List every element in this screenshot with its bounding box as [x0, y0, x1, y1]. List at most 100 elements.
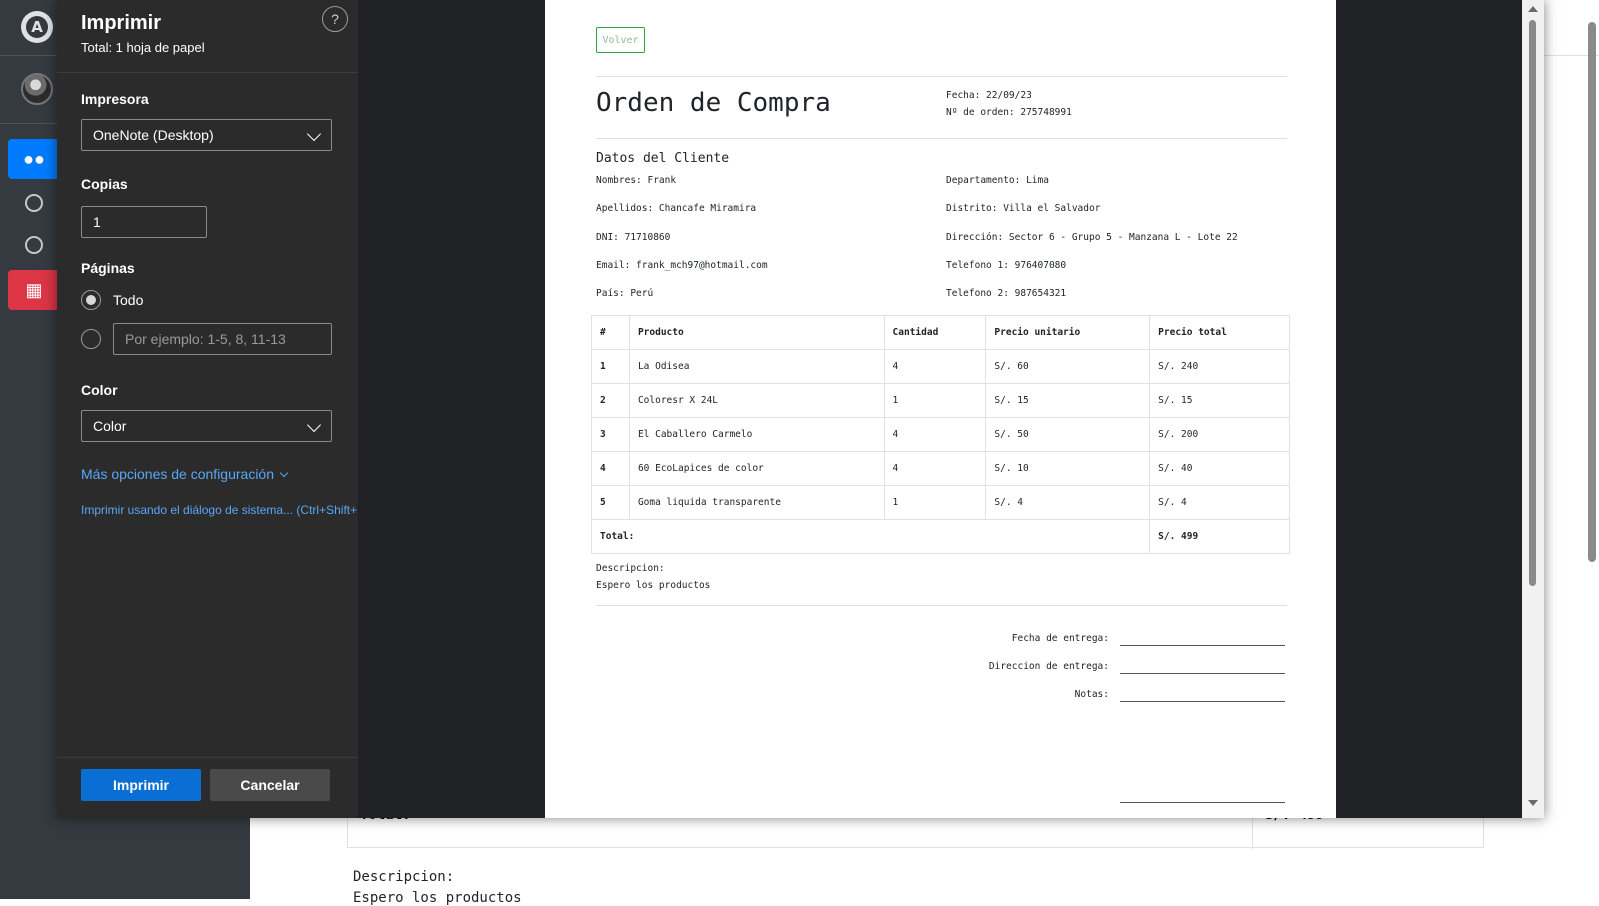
- printer-select[interactable]: OneNote (Desktop): [81, 119, 332, 151]
- client-field: Nombres: Frank: [596, 175, 677, 186]
- chevron-down-icon: [306, 126, 322, 142]
- sheet-count: Total: 1 hoja de papel: [81, 40, 205, 55]
- users-icon: ●●: [23, 148, 45, 169]
- client-field: DNI: 71710860: [596, 232, 671, 243]
- sidebar-item-users[interactable]: ●●: [8, 139, 60, 179]
- print-button[interactable]: Imprimir: [81, 769, 201, 801]
- scroll-down-arrow-icon[interactable]: [1528, 800, 1538, 806]
- table-cell: 5: [591, 485, 630, 520]
- delivery-date-label: Fecha de entrega:: [1011, 633, 1109, 644]
- app-logo-icon[interactable]: A: [21, 11, 53, 43]
- sidebar-item-apps[interactable]: ▦: [8, 270, 60, 310]
- circle-icon: [25, 236, 43, 254]
- column-header: Cantidad: [883, 315, 987, 350]
- table-cell: S/. 15: [1149, 383, 1290, 418]
- print-dialog: Imprimir Total: 1 hoja de papel ? Impres…: [57, 0, 1544, 818]
- table-cell: 1: [883, 383, 987, 418]
- total-value: S/. 499: [1149, 519, 1290, 554]
- table-cell: Goma liquida transparente: [628, 485, 885, 520]
- column-header: Precio unitario: [985, 315, 1151, 350]
- pages-range-radio[interactable]: [81, 329, 101, 349]
- pages-all-label[interactable]: Todo: [113, 292, 143, 308]
- table-cell: La Odisea: [628, 349, 885, 384]
- description-text: Espero los productos: [596, 580, 711, 591]
- color-label: Color: [81, 382, 118, 398]
- table-cell: S/. 50: [985, 417, 1151, 452]
- more-options-link[interactable]: Más opciones de configuración: [81, 466, 289, 482]
- table-row: 4 60 EcoLapices de color 4 S/. 10 S/. 40: [591, 451, 1290, 486]
- header-divider: [57, 72, 358, 73]
- client-section-title: Datos del Cliente: [596, 151, 730, 166]
- bg-description-label: Descripcion:: [353, 869, 455, 885]
- column-header: Precio total: [1149, 315, 1290, 350]
- order-number: Nº de orden: 275748991: [946, 107, 1072, 118]
- print-settings-panel: Imprimir Total: 1 hoja de papel ? Impres…: [57, 0, 358, 818]
- cancel-button[interactable]: Cancelar: [210, 769, 330, 801]
- copies-label: Copias: [81, 176, 128, 192]
- system-dialog-link[interactable]: Imprimir usando el diálogo de sistema...…: [81, 503, 358, 517]
- table-cell: 2: [591, 383, 630, 418]
- divider: [596, 76, 1287, 77]
- total-label: Total:: [590, 519, 1151, 554]
- divider: [596, 605, 1287, 606]
- table-row: 5 Goma liquida transparente 1 S/. 4 S/. …: [591, 485, 1290, 520]
- chevron-down-icon: [279, 468, 289, 478]
- bg-description-text: Espero los productos: [353, 890, 522, 906]
- more-options-label: Más opciones de configuración: [81, 466, 275, 482]
- scroll-up-arrow-icon[interactable]: [1528, 6, 1538, 12]
- pages-range-input[interactable]: Por ejemplo: 1-5, 8, 11-13: [113, 323, 332, 355]
- column-header: #: [591, 315, 630, 350]
- user-avatar[interactable]: [21, 73, 53, 105]
- order-items-table: # Producto Cantidad Precio unitario Prec…: [590, 315, 1290, 554]
- client-field: Dirección: Sector 6 - Grupo 5 - Manzana …: [946, 232, 1238, 243]
- table-cell: S/. 60: [985, 349, 1151, 384]
- table-cell: 4: [883, 451, 987, 486]
- client-field: País: Perú: [596, 288, 654, 299]
- page-scrollbar[interactable]: [1588, 22, 1596, 562]
- table-cell: 4: [883, 417, 987, 452]
- table-row: 1 La Odisea 4 S/. 60 S/. 240: [591, 349, 1290, 384]
- table-row: 2 Coloresr X 24L 1 S/. 15 S/. 15: [591, 383, 1290, 418]
- print-preview-page: Volver Orden de Compra Fecha: 22/09/23 N…: [545, 0, 1336, 818]
- printer-value: OneNote (Desktop): [93, 127, 214, 143]
- back-button: Volver: [596, 27, 645, 53]
- table-cell: S/. 4: [985, 485, 1151, 520]
- table-cell: 60 EcoLapices de color: [628, 451, 885, 486]
- table-cell: 1: [591, 349, 630, 384]
- printer-label: Impresora: [81, 91, 149, 107]
- client-field: Distrito: Villa el Salvador: [946, 203, 1101, 214]
- delivery-address-label: Direccion de entrega:: [988, 661, 1109, 672]
- pages-all-radio[interactable]: [81, 290, 101, 310]
- sidebar-item-1[interactable]: [8, 183, 60, 223]
- grid-icon: ▦: [25, 279, 43, 300]
- table-cell: El Caballero Carmelo: [628, 417, 885, 452]
- sidebar-item-2[interactable]: [8, 225, 60, 265]
- client-field: Email: frank_mch97@hotmail.com: [596, 260, 768, 271]
- help-icon[interactable]: ?: [322, 6, 348, 32]
- table-cell: S/. 15: [985, 383, 1151, 418]
- table-cell: 4: [883, 349, 987, 384]
- table-cell: S/. 240: [1149, 349, 1290, 384]
- copies-input[interactable]: 1: [81, 206, 207, 238]
- client-field: Telefono 1: 976407080: [946, 260, 1067, 271]
- table-header-row: # Producto Cantidad Precio unitario Prec…: [591, 315, 1290, 350]
- table-cell: S/. 4: [1149, 485, 1290, 520]
- pages-label: Páginas: [81, 260, 135, 276]
- preview-scrollbar-thumb[interactable]: [1529, 20, 1536, 586]
- client-field: Telefono 2: 987654321: [946, 288, 1067, 299]
- divider: [596, 138, 1287, 139]
- signature-line: [1120, 645, 1285, 646]
- radio-selected-dot: [86, 295, 96, 305]
- circle-icon: [25, 194, 43, 212]
- table-cell: S/. 40: [1149, 451, 1290, 486]
- color-select[interactable]: Color: [81, 410, 332, 442]
- table-cell: 1: [883, 485, 987, 520]
- table-cell: S/. 10: [985, 451, 1151, 486]
- table-cell: Coloresr X 24L: [628, 383, 885, 418]
- client-field: Apellidos: Chancafe Miramira: [596, 203, 757, 214]
- dialog-title: Imprimir: [81, 12, 162, 34]
- table-total-row: Total: S/. 499: [590, 519, 1290, 554]
- table-cell: 3: [591, 417, 630, 452]
- table-cell: S/. 200: [1149, 417, 1290, 452]
- table-cell: 4: [591, 451, 630, 486]
